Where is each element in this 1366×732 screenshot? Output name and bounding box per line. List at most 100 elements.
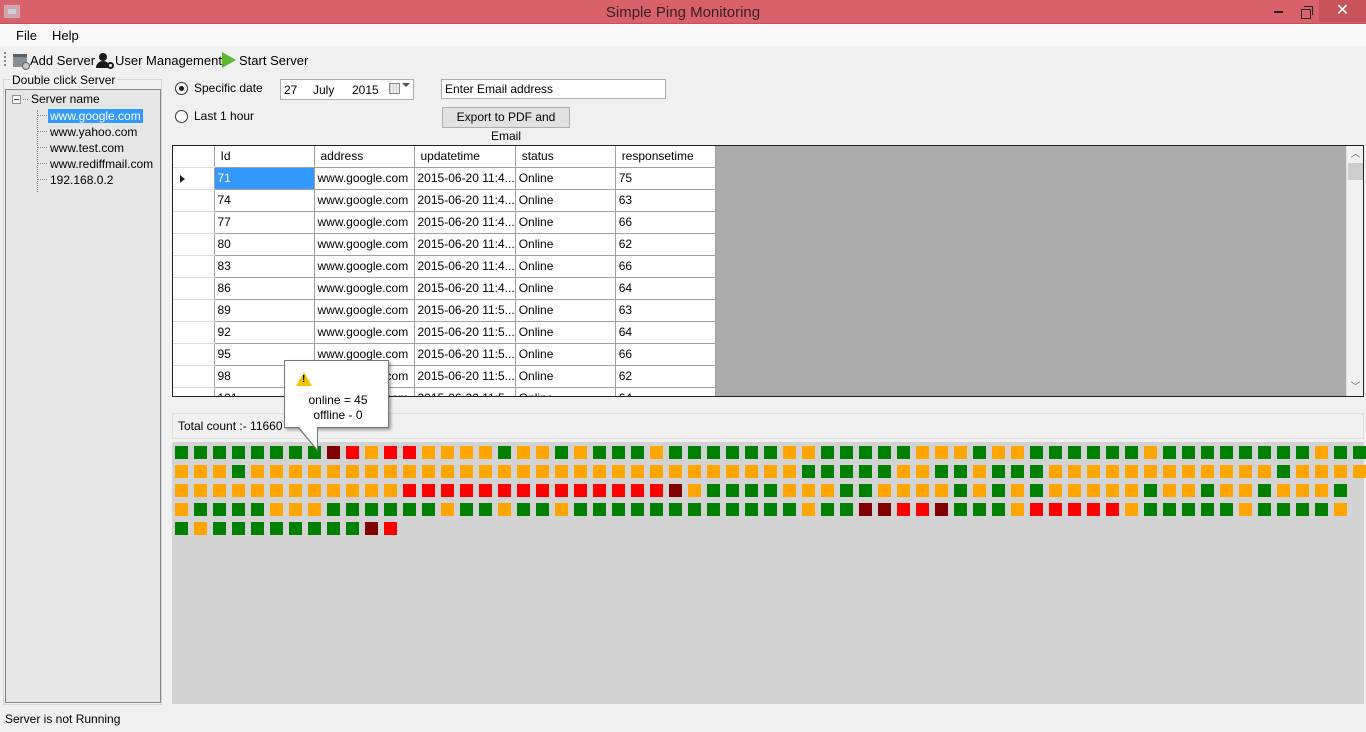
status-tile-warning[interactable] — [1296, 465, 1309, 478]
table-row[interactable]: 98www.google.com2015-06-20 11:5...Online… — [173, 364, 716, 388]
status-tile-online[interactable] — [1182, 446, 1195, 459]
menu-file[interactable]: File — [16, 28, 37, 43]
table-row[interactable]: 80 www.google.com 2015-06-20 11:4... Online… — [173, 232, 716, 256]
status-tile-warning[interactable] — [745, 465, 758, 478]
status-tile-online[interactable] — [745, 503, 758, 516]
status-tile-offline[interactable] — [422, 484, 435, 497]
status-tile-warning[interactable] — [650, 465, 663, 478]
cell-address[interactable]: www.google.com — [313, 232, 415, 256]
status-tile-online[interactable] — [1258, 446, 1271, 459]
status-tile-warning[interactable] — [612, 465, 625, 478]
status-tile-online[interactable] — [726, 503, 739, 516]
date-picker[interactable]: 27 July 2015 — [280, 79, 414, 100]
status-tile-online[interactable] — [821, 465, 834, 478]
status-tile-warning[interactable] — [1125, 503, 1138, 516]
row-header[interactable] — [173, 166, 215, 190]
status-tile-online[interactable] — [840, 465, 853, 478]
status-tile-warning[interactable] — [1144, 446, 1157, 459]
status-tile-warning[interactable] — [365, 465, 378, 478]
status-tile-warning[interactable] — [1106, 465, 1119, 478]
row-header[interactable] — [173, 386, 215, 396]
tree-node-server[interactable]: www.google.com — [38, 108, 143, 123]
status-tile-online[interactable] — [954, 465, 967, 478]
status-tile-warning[interactable] — [1068, 484, 1081, 497]
chevron-down-icon[interactable] — [402, 83, 410, 87]
status-tile-warning[interactable] — [1220, 465, 1233, 478]
cell-status[interactable]: Online — [514, 254, 616, 278]
status-tile-online[interactable] — [403, 503, 416, 516]
status-tile-warning[interactable] — [1106, 484, 1119, 497]
status-tile-online[interactable] — [1220, 503, 1233, 516]
status-tile-warning[interactable] — [327, 484, 340, 497]
cell-responsetime[interactable]: 64 — [614, 386, 716, 396]
status-tile-warning[interactable] — [783, 484, 796, 497]
status-tile-warning[interactable] — [688, 465, 701, 478]
status-tile-warning[interactable] — [536, 465, 549, 478]
status-tile-offline[interactable] — [631, 484, 644, 497]
status-tile-warning[interactable] — [821, 484, 834, 497]
status-tile-online[interactable] — [194, 503, 207, 516]
status-tile-warning[interactable] — [1011, 503, 1024, 516]
status-tile-offline[interactable] — [1049, 503, 1062, 516]
status-tile-online[interactable] — [1125, 446, 1138, 459]
status-tile-online[interactable] — [1030, 446, 1043, 459]
status-tile-online[interactable] — [1315, 503, 1328, 516]
status-tile-warning[interactable] — [1353, 465, 1366, 478]
status-tile-warning[interactable] — [517, 465, 530, 478]
cell-address[interactable]: www.google.com — [313, 210, 415, 234]
status-tile-online[interactable] — [593, 446, 606, 459]
cell-updatetime[interactable]: 2015-06-20 11:5... — [413, 342, 516, 366]
cell-status[interactable]: Online — [514, 276, 616, 300]
row-header[interactable] — [173, 254, 215, 278]
status-tile-online[interactable] — [992, 503, 1005, 516]
cell-address[interactable]: www.google.com — [313, 188, 415, 212]
status-tile-online[interactable] — [574, 503, 587, 516]
status-tile-warning[interactable] — [308, 503, 321, 516]
menu-help[interactable]: Help — [52, 28, 79, 43]
cell-address[interactable]: www.google.com — [313, 166, 415, 190]
status-tile-online[interactable] — [669, 503, 682, 516]
status-tile-offline[interactable] — [574, 484, 587, 497]
status-tile-offline[interactable] — [593, 484, 606, 497]
status-tile-warning[interactable] — [251, 465, 264, 478]
server-tree[interactable]: Server name www.google.com www.yahoo.com… — [5, 89, 161, 703]
cell-updatetime[interactable]: 2015-06-20 11:4... — [413, 276, 516, 300]
cell-updatetime[interactable]: 2015-06-20 11:4... — [413, 166, 516, 190]
status-tile-online[interactable] — [232, 465, 245, 478]
column-header-updatetime[interactable]: updatetime — [413, 146, 516, 168]
status-tile-offline[interactable] — [1087, 503, 1100, 516]
export-pdf-email-button[interactable]: Export to PDF and Email — [442, 107, 570, 143]
cell-id[interactable]: 92 — [213, 320, 315, 344]
date-year[interactable]: 2015 — [352, 83, 379, 97]
cell-id[interactable]: 77 — [213, 210, 315, 234]
status-tile-offline[interactable] — [536, 484, 549, 497]
status-tile-offline[interactable] — [650, 484, 663, 497]
cell-address[interactable]: www.google.com — [313, 320, 415, 344]
status-tile-online[interactable] — [1106, 446, 1119, 459]
status-tile-warning[interactable] — [289, 484, 302, 497]
status-tile-online[interactable] — [1163, 446, 1176, 459]
calendar-icon[interactable] — [389, 83, 400, 94]
status-tile-online[interactable] — [498, 446, 511, 459]
status-tile-warning[interactable] — [802, 446, 815, 459]
table-row[interactable]: 71 www.google.com 2015-06-20 11:4... Online… — [173, 166, 716, 190]
status-tile-warning[interactable] — [365, 446, 378, 459]
status-tile-warning[interactable] — [441, 446, 454, 459]
cell-address[interactable]: www.google.com — [313, 276, 415, 300]
status-tile-online[interactable] — [992, 484, 1005, 497]
cell-address[interactable]: www.google.com — [313, 254, 415, 278]
status-tile-online[interactable] — [1258, 503, 1271, 516]
status-tile-warning[interactable] — [251, 484, 264, 497]
status-tile-online[interactable] — [726, 484, 739, 497]
status-tile-offline[interactable] — [1030, 503, 1043, 516]
status-tile-warning[interactable] — [479, 465, 492, 478]
status-tile-warning[interactable] — [327, 465, 340, 478]
status-tile-online[interactable] — [1258, 484, 1271, 497]
cell-updatetime[interactable]: 2015-06-20 11:5... — [413, 364, 516, 388]
column-header-address[interactable]: address — [313, 146, 415, 168]
status-tile-online[interactable] — [764, 503, 777, 516]
status-tile-online[interactable] — [669, 446, 682, 459]
status-tile-online[interactable] — [726, 446, 739, 459]
status-tile-down[interactable] — [935, 503, 948, 516]
status-tile-warning[interactable] — [1144, 465, 1157, 478]
